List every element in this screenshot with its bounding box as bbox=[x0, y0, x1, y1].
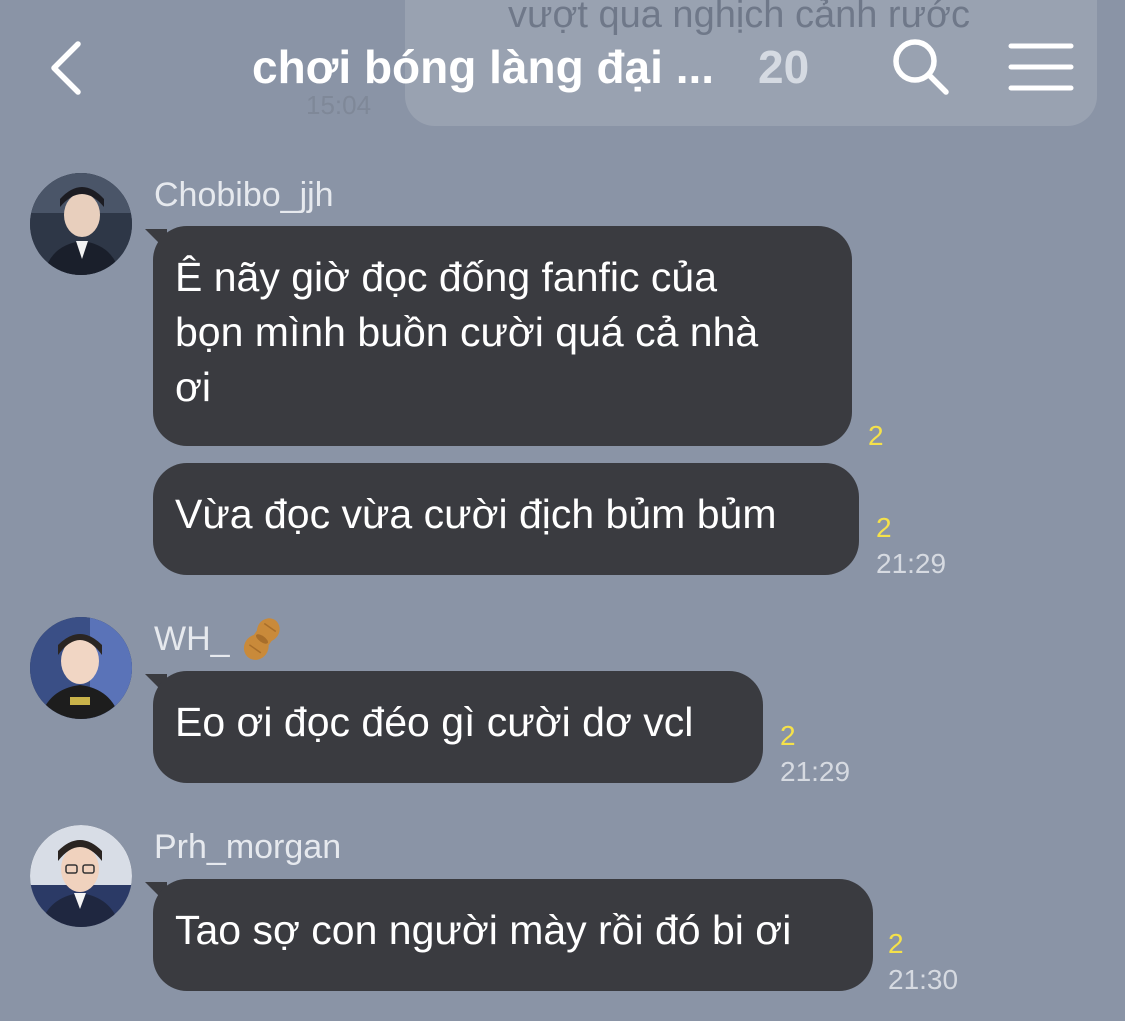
back-button[interactable] bbox=[38, 38, 98, 98]
avatar-chobibo[interactable] bbox=[30, 173, 132, 275]
message-bubble[interactable]: Ê nãy giờ đọc đống fanfic của bọn mình b… bbox=[153, 226, 852, 446]
avatar-image bbox=[30, 825, 132, 927]
message-bubble[interactable]: Tao sợ con người mày rồi đó bi ơi bbox=[153, 879, 873, 991]
avatar-image bbox=[30, 617, 132, 719]
sender-name[interactable]: Chobibo_jjh bbox=[154, 176, 334, 215]
menu-button[interactable] bbox=[1006, 40, 1076, 94]
member-count[interactable]: 20 bbox=[758, 40, 809, 94]
unread-count: 2 bbox=[888, 928, 904, 959]
chevron-left-icon bbox=[51, 41, 81, 95]
avatar-wh[interactable] bbox=[30, 617, 132, 719]
message-text: Vừa đọc vừa cười địch bủm bủm bbox=[175, 491, 777, 537]
message-bubble[interactable]: Vừa đọc vừa cười địch bủm bủm bbox=[153, 463, 859, 575]
message-text: Eo ơi đọc đéo gì cười dơ vcl bbox=[175, 699, 694, 745]
message-text: Ê nãy giờ đọc đống fanfic của bọn mình b… bbox=[175, 254, 759, 410]
chat-title[interactable]: chơi bóng làng đại ... bbox=[252, 40, 714, 94]
unread-count: 2 bbox=[780, 720, 796, 751]
search-icon bbox=[893, 39, 949, 95]
avatar-prh-morgan[interactable] bbox=[30, 825, 132, 927]
sender-name[interactable]: Prh_morgan bbox=[154, 828, 341, 867]
hamburger-menu-icon bbox=[1008, 43, 1074, 91]
message-time: 21:29 bbox=[876, 548, 947, 579]
message-time: 21:30 bbox=[888, 964, 959, 995]
sender-name[interactable]: WH_ bbox=[154, 620, 230, 659]
unread-count: 2 bbox=[876, 512, 892, 543]
message-time: 21:29 bbox=[780, 756, 851, 787]
message-bubble[interactable]: Eo ơi đọc đéo gì cười dơ vcl bbox=[153, 671, 763, 783]
peanut-emoji-icon bbox=[243, 618, 280, 660]
search-button[interactable] bbox=[888, 34, 954, 100]
chat-header: chơi bóng làng đại ... 20 bbox=[0, 0, 1125, 140]
unread-count: 2 bbox=[868, 420, 884, 451]
message-text: Tao sợ con người mày rồi đó bi ơi bbox=[175, 907, 792, 953]
avatar-image bbox=[30, 173, 132, 275]
